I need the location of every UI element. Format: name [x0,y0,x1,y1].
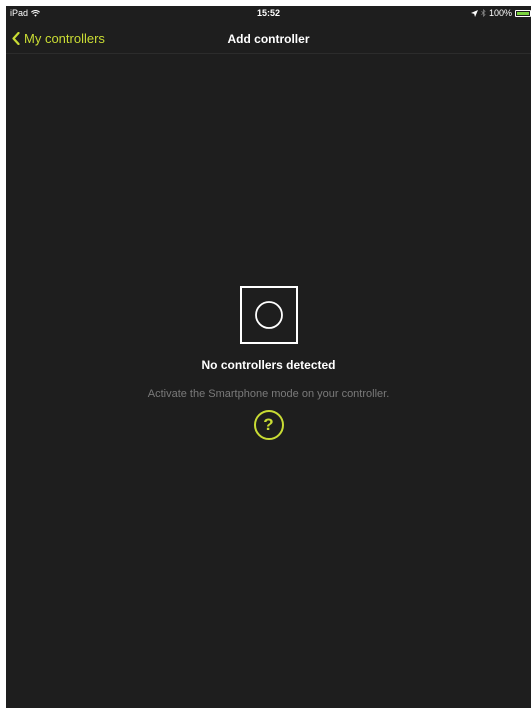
empty-state-title: No controllers detected [201,358,336,372]
bluetooth-icon [481,9,486,17]
battery-percent: 100% [488,8,512,18]
help-icon: ? [263,415,274,434]
page-title: Add controller [227,32,310,46]
status-time: 15:52 [256,8,281,18]
app-screen: iPad 15:52 100% My controllers Add contr… [6,6,531,708]
empty-state-subtitle: Activate the Smartphone mode on your con… [147,388,390,400]
status-right: 100% [470,8,531,18]
location-arrow-icon [470,9,478,17]
navigation-bar: My controllers Add controller [6,23,531,54]
help-button[interactable]: ? [253,410,284,440]
status-bar: iPad 15:52 100% [6,6,531,23]
controller-circle-icon [239,286,298,344]
battery-fill [517,11,529,15]
battery-icon [515,9,531,17]
empty-state: No controllers detected Activate the Sma… [6,286,531,440]
